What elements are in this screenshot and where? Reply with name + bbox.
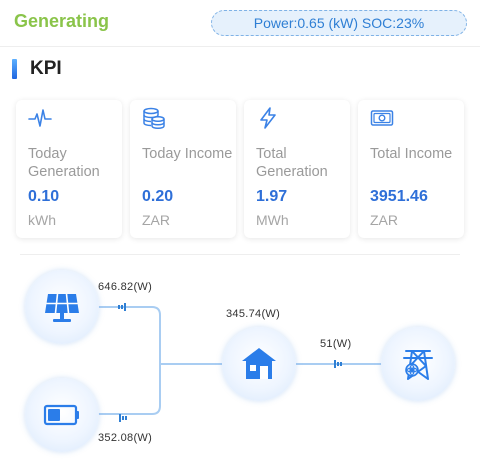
kpi-unit: ZAR <box>370 212 398 228</box>
kpi-value: 0.10 <box>28 188 60 205</box>
home-node[interactable] <box>222 327 296 401</box>
generation-status: Generating <box>14 11 110 31</box>
flow-arrow-pv <box>118 303 126 311</box>
bolt-icon <box>256 106 280 130</box>
section-title: KPI <box>30 58 62 79</box>
kpi-unit: MWh <box>256 212 289 228</box>
kpi-card-today-generation[interactable]: Today Generation 0.10 kWh <box>16 100 122 238</box>
header-divider <box>0 46 480 47</box>
kpi-label: Total Income <box>370 146 453 162</box>
kpi-label: Today Generation <box>28 146 100 180</box>
grid-node[interactable] <box>381 327 455 401</box>
battery-icon <box>43 404 79 426</box>
flow-arrow-battery <box>119 414 127 422</box>
battery-power-label: 352.08(W) <box>98 432 153 444</box>
kpi-label: Today Income <box>142 146 233 162</box>
pv-power-label: 646.82(W) <box>98 281 153 293</box>
pv-node[interactable] <box>25 270 99 344</box>
home-icon <box>242 348 276 379</box>
battery-node[interactable] <box>25 378 99 452</box>
coins-icon <box>142 106 166 130</box>
kpi-cards: Today Generation 0.10 kWh Today Income 0… <box>16 100 464 238</box>
cash-icon <box>370 106 394 130</box>
kpi-label: Total Generation <box>256 146 328 180</box>
section-accent-bar <box>12 59 17 79</box>
energy-flow-diagram: 646.82(W) 352.08(W) 345.74(W) 51(W) <box>0 256 480 472</box>
section-divider <box>20 254 460 255</box>
home-power-label: 345.74(W) <box>226 308 281 320</box>
status-header: Generating Power:0.65 (kW) SOC:23% <box>0 0 480 46</box>
power-soc-badge: Power:0.65 (kW) SOC:23% <box>211 10 467 36</box>
kpi-card-today-income[interactable]: Today Income 0.20 ZAR <box>130 100 236 238</box>
flow-arrow-grid <box>334 360 342 368</box>
kpi-value: 3951.46 <box>370 188 428 205</box>
pulse-icon <box>28 106 52 130</box>
kpi-unit: ZAR <box>142 212 170 228</box>
kpi-value: 0.20 <box>142 188 174 205</box>
kpi-unit: kWh <box>28 212 56 228</box>
grid-tower-icon <box>403 350 433 380</box>
solar-panel-icon <box>45 293 79 322</box>
grid-power-label: 51(W) <box>320 338 352 350</box>
kpi-card-total-generation[interactable]: Total Generation 1.97 MWh <box>244 100 350 238</box>
kpi-value: 1.97 <box>256 188 288 205</box>
kpi-card-total-income[interactable]: Total Income 3951.46 ZAR <box>358 100 464 238</box>
